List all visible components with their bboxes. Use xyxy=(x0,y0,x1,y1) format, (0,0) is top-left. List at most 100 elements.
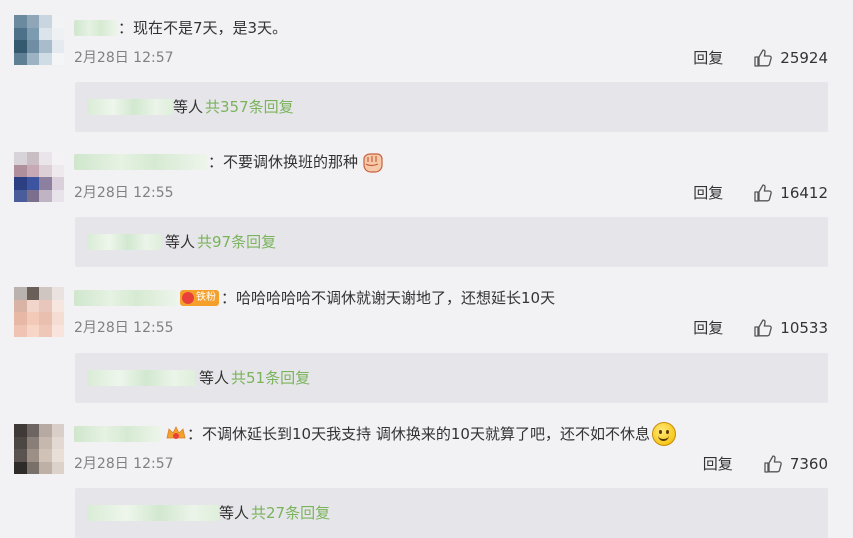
reply-usernames-blurred xyxy=(87,505,219,521)
avatar-pixel xyxy=(14,449,27,462)
avatar-pixel xyxy=(14,324,27,337)
avatar-pixel xyxy=(51,424,64,437)
avatar-pixel xyxy=(39,424,52,437)
avatar-pixel xyxy=(26,299,39,312)
avatar-pixel xyxy=(51,461,64,474)
avatar-pixel xyxy=(26,287,39,300)
view-replies-link[interactable]: 共97条回复 xyxy=(197,230,276,254)
avatar-pixel xyxy=(14,27,27,40)
comment-content: ：不要调休换班的那种 xyxy=(208,153,359,171)
avatar-pixel xyxy=(26,27,39,40)
avatar-pixel xyxy=(51,189,64,202)
fist-icon xyxy=(363,153,383,173)
username-blurred[interactable] xyxy=(74,290,178,306)
fan-crown-icon xyxy=(166,426,186,439)
thumbs-up-icon[interactable] xyxy=(753,48,773,68)
avatar-pixel xyxy=(39,52,52,65)
replies-summary: 等人 共97条回复 xyxy=(87,230,276,254)
thumbs-up-icon[interactable] xyxy=(753,318,773,338)
thumbs-up-icon[interactable] xyxy=(753,183,773,203)
replies-suffix: 等人 xyxy=(173,98,204,116)
avatar[interactable] xyxy=(14,15,64,65)
fan-badge: 铁粉 xyxy=(180,290,219,306)
reply-usernames-blurred xyxy=(87,234,161,250)
avatar-pixel xyxy=(51,15,64,28)
avatar-pixel xyxy=(14,52,27,65)
avatar-pixel xyxy=(51,287,64,300)
comment-actions: 回复 25924 xyxy=(693,47,828,69)
avatar-pixel xyxy=(51,164,64,177)
view-replies-link[interactable]: 共27条回复 xyxy=(251,501,330,525)
replies-preview[interactable]: 等人 共357条回复 xyxy=(75,82,828,132)
username-blurred[interactable] xyxy=(74,426,162,442)
avatar[interactable] xyxy=(14,152,64,202)
avatar-pixel xyxy=(39,449,52,462)
comment-text: ：不要调休换班的那种 xyxy=(74,150,385,174)
avatar-pixel xyxy=(51,52,64,65)
replies-summary: 等人 共357条回复 xyxy=(87,95,294,119)
avatar-pixel xyxy=(14,189,27,202)
view-replies-link[interactable]: 共51条回复 xyxy=(231,366,310,390)
reply-button[interactable]: 回复 xyxy=(693,182,723,204)
replies-preview[interactable]: 等人 共27条回复 xyxy=(75,488,828,538)
reply-button[interactable]: 回复 xyxy=(693,47,723,69)
like-count: 16412 xyxy=(780,184,828,202)
avatar-pixel xyxy=(51,177,64,190)
avatar-pixel xyxy=(26,177,39,190)
comment-content: ：不调休延长到10天我支持 调休换来的10天就算了吧，还不如不休息 xyxy=(187,425,650,443)
avatar-pixel xyxy=(51,40,64,53)
avatar-pixel xyxy=(14,40,27,53)
reply-button[interactable]: 回复 xyxy=(703,453,733,475)
replies-summary: 等人 共27条回复 xyxy=(87,501,330,525)
avatar-pixel xyxy=(14,424,27,437)
comment-actions: 回复 7360 xyxy=(703,453,828,475)
avatar-pixel xyxy=(26,424,39,437)
avatar-pixel xyxy=(14,461,27,474)
avatar-pixel xyxy=(51,449,64,462)
avatar-pixel xyxy=(14,287,27,300)
avatar-pixel xyxy=(26,461,39,474)
avatar-pixel xyxy=(14,164,27,177)
replies-preview[interactable]: 等人 共51条回复 xyxy=(75,353,828,403)
avatar-pixel xyxy=(26,312,39,325)
avatar-pixel xyxy=(51,312,64,325)
avatar-pixel xyxy=(26,40,39,53)
avatar[interactable] xyxy=(14,287,64,337)
avatar[interactable] xyxy=(14,424,64,474)
avatar-pixel xyxy=(39,27,52,40)
replies-preview[interactable]: 等人 共97条回复 xyxy=(75,217,828,267)
replies-suffix: 等人 xyxy=(165,233,196,251)
avatar-pixel xyxy=(39,436,52,449)
avatar-pixel xyxy=(39,177,52,190)
reply-usernames-blurred xyxy=(87,370,195,386)
avatar-pixel xyxy=(51,324,64,337)
avatar-pixel xyxy=(14,15,27,28)
comment-text: ：现在不是7天，是3天。 xyxy=(74,16,287,40)
smile-face-icon xyxy=(651,422,676,446)
avatar-pixel xyxy=(51,27,64,40)
username-blurred[interactable] xyxy=(74,20,118,36)
comment-actions: 回复 10533 xyxy=(693,317,828,339)
avatar-pixel xyxy=(39,324,52,337)
avatar-pixel xyxy=(39,287,52,300)
comment-timestamp: 2月28日 12:57 xyxy=(74,456,174,472)
avatar-pixel xyxy=(14,312,27,325)
avatar-pixel xyxy=(39,40,52,53)
replies-summary: 等人 共51条回复 xyxy=(87,366,310,390)
avatar-pixel xyxy=(51,299,64,312)
comment-content: ：现在不是7天，是3天。 xyxy=(118,19,288,37)
avatar-pixel xyxy=(14,436,27,449)
view-replies-link[interactable]: 共357条回复 xyxy=(205,95,294,119)
avatar-pixel xyxy=(26,436,39,449)
avatar-pixel xyxy=(14,152,27,165)
avatar-pixel xyxy=(26,15,39,28)
avatar-pixel xyxy=(39,164,52,177)
thumbs-up-icon[interactable] xyxy=(763,454,783,474)
avatar-pixel xyxy=(14,299,27,312)
avatar-pixel xyxy=(26,189,39,202)
avatar-pixel xyxy=(14,177,27,190)
reply-button[interactable]: 回复 xyxy=(693,317,723,339)
comment-text: 铁粉 ：哈哈哈哈哈不调休就谢天谢地了，还想延长10天 xyxy=(74,286,555,310)
comment-timestamp: 2月28日 12:55 xyxy=(74,185,174,201)
username-blurred[interactable] xyxy=(74,154,208,170)
